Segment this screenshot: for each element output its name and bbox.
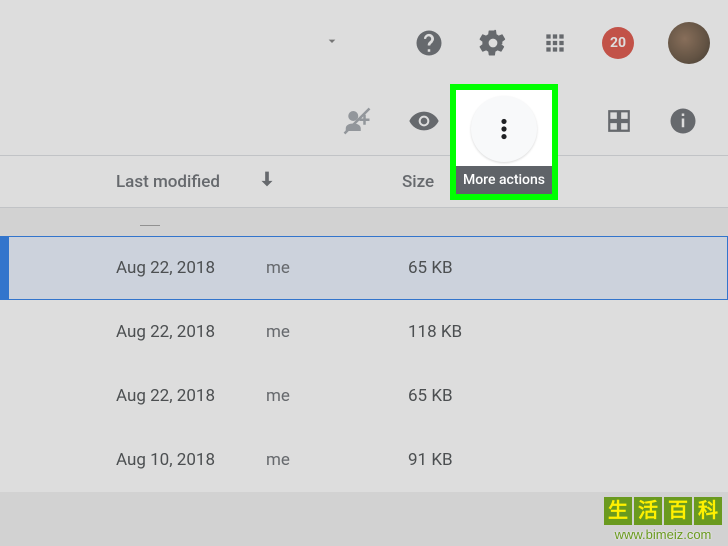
apps-grid-icon[interactable] <box>542 30 568 56</box>
cell-date: Aug 22, 2018 <box>116 258 266 278</box>
more-actions-tooltip: More actions <box>456 166 552 194</box>
cell-owner: me <box>266 322 322 342</box>
cell-owner: me <box>266 386 322 406</box>
share-disabled-icon <box>342 106 372 136</box>
selection-action-bar <box>0 86 728 156</box>
watermark-char: 生 <box>604 497 632 525</box>
file-list: Aug 22, 2018 me 65 KB Aug 22, 2018 me 11… <box>0 236 728 492</box>
watermark: 生 活 百 科 www.bimeiz.com <box>604 497 722 542</box>
cell-size: 118 KB <box>408 322 462 342</box>
sort-descending-icon[interactable] <box>256 168 278 195</box>
table-row[interactable]: Aug 22, 2018 me 118 KB <box>0 300 728 364</box>
watermark-char: 科 <box>694 497 722 525</box>
grid-view-icon[interactable] <box>606 108 632 134</box>
table-row[interactable]: Aug 22, 2018 me 65 KB <box>0 236 728 300</box>
dropdown-arrow-icon[interactable] <box>324 33 340 54</box>
table-row[interactable]: Aug 10, 2018 me 91 KB <box>0 428 728 492</box>
watermark-char: 活 <box>634 497 662 525</box>
cell-owner: me <box>266 450 322 470</box>
cell-size: 65 KB <box>408 386 453 406</box>
column-size[interactable]: Size <box>402 172 434 192</box>
notification-badge[interactable]: 20 <box>602 27 634 59</box>
cell-size: 91 KB <box>408 450 453 470</box>
table-row[interactable]: Aug 22, 2018 me 65 KB <box>0 364 728 428</box>
avatar[interactable] <box>668 22 710 64</box>
watermark-char: 百 <box>664 497 692 525</box>
cell-size: 65 KB <box>408 258 453 278</box>
preview-icon[interactable] <box>408 105 440 137</box>
cell-date: Aug 22, 2018 <box>116 386 266 406</box>
cell-date: Aug 10, 2018 <box>116 450 266 470</box>
tutorial-highlight: More actions <box>450 84 558 200</box>
cell-owner: me <box>266 258 322 278</box>
column-headers: Last modified Size <box>0 156 728 208</box>
top-toolbar: 20 <box>0 0 728 86</box>
row-stub <box>0 208 728 236</box>
gear-icon[interactable] <box>478 28 508 58</box>
cell-date: Aug 22, 2018 <box>116 322 266 342</box>
help-icon[interactable] <box>414 28 444 58</box>
more-actions-button[interactable] <box>471 96 537 162</box>
watermark-url: www.bimeiz.com <box>604 527 722 542</box>
info-icon[interactable] <box>668 106 698 136</box>
column-last-modified[interactable]: Last modified <box>116 172 220 192</box>
